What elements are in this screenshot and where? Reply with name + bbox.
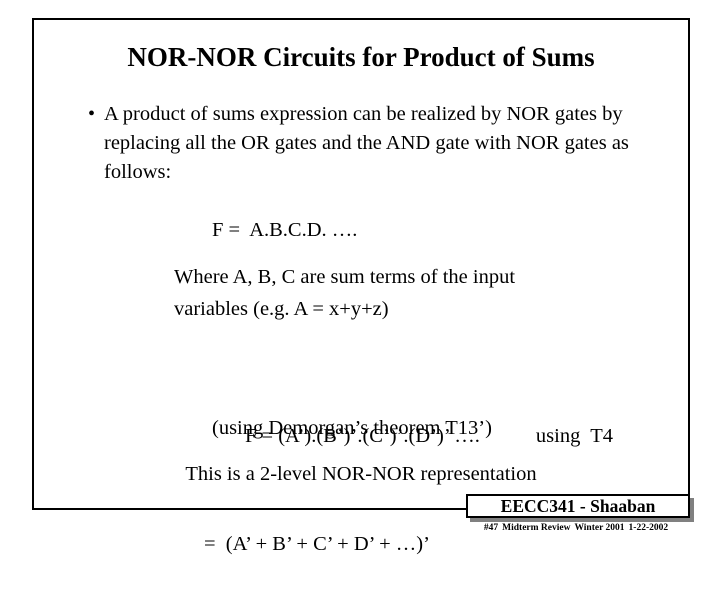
footer-term: Winter 2001	[574, 523, 625, 533]
where-line-2: variables (e.g. A = x+y+z)	[174, 298, 389, 320]
where-block: Where A, B, C are sum terms of the input…	[174, 261, 515, 325]
slide-frame: NOR-NOR Circuits for Product of Sums • A…	[32, 18, 690, 555]
footer-course-box: EECC341 - Shaaban	[466, 494, 690, 518]
footer-course-label: EECC341 - Shaaban	[500, 495, 656, 516]
equation-expanded-line-2: = (A’ + B’ + C’ + D’ + …)’	[204, 533, 430, 555]
footer-meta: #47 Midterm Review Winter 2001 1-22-2002	[466, 523, 690, 533]
equation-main: F = A.B.C.D. ….	[212, 219, 358, 241]
bullet-list: • A product of sums expression can be re…	[82, 100, 662, 187]
footer-date: 1-22-2002	[628, 523, 669, 533]
slide: NOR-NOR Circuits for Product of Sums • A…	[0, 0, 720, 555]
equation-expanded-note: using T4	[535, 425, 613, 447]
bullet-marker-icon: •	[88, 103, 96, 125]
bullet-text: A product of sums expression can be real…	[104, 103, 629, 183]
final-statement: This is a 2-level NOR-NOR representation	[185, 463, 537, 485]
footer-exam: Midterm Review	[502, 523, 571, 533]
demorgan-note: (using Demorgan’s theorem T13’)	[212, 417, 492, 439]
page-title: NOR-NOR Circuits for Product of Sums	[127, 42, 595, 72]
list-item: • A product of sums expression can be re…	[82, 100, 662, 187]
where-line-1: Where A, B, C are sum terms of the input	[174, 266, 516, 288]
footer-slide-number: #47	[483, 523, 499, 533]
